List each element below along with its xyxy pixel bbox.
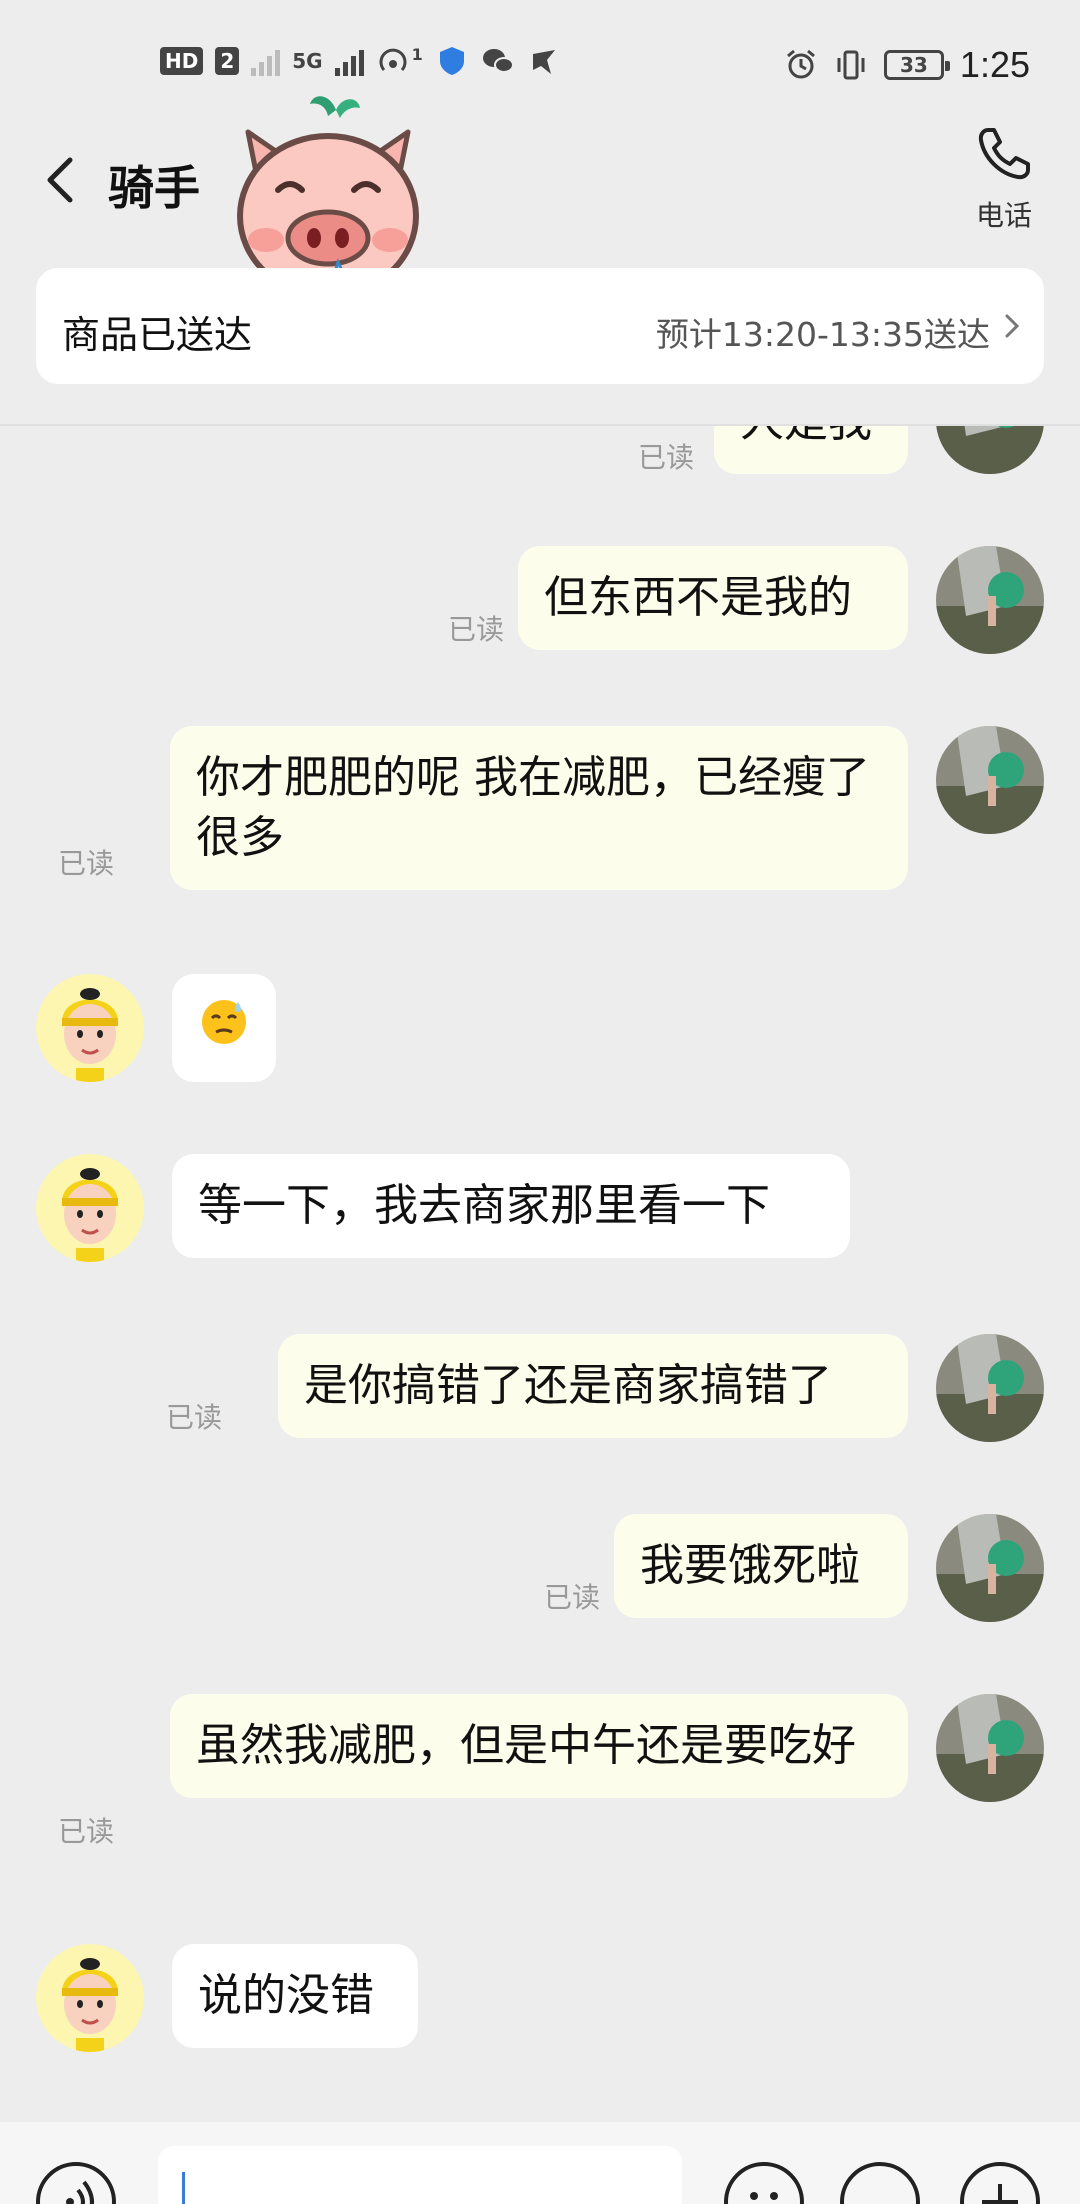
- user-avatar[interactable]: [936, 726, 1044, 834]
- chat-message-self: 已读 虽然我减肥，但是中午还是要吃好: [0, 1694, 1080, 1874]
- chevron-right-icon: [1005, 314, 1020, 338]
- input-bar: [0, 2122, 1080, 2204]
- chat-message-rider: 说的没错: [0, 1944, 1080, 2054]
- status-right-icons: 33 1:25: [784, 44, 1030, 86]
- chat-message-self: 已读 人是我: [0, 426, 1080, 474]
- page-title: 骑手: [108, 161, 200, 215]
- hd-badge: HD: [160, 47, 204, 75]
- message-bubble[interactable]: 说的没错: [172, 1944, 418, 2048]
- read-receipt: 已读: [57, 1815, 114, 1848]
- read-receipt: 已读: [57, 847, 114, 880]
- text-caret: [182, 2172, 185, 2204]
- read-receipt: 已读: [543, 1581, 600, 1614]
- chat-message-self: 已读 是你搞错了还是商家搞错了: [0, 1334, 1080, 1444]
- emoji-bubble[interactable]: [172, 974, 276, 1082]
- phone-button[interactable]: 电话: [964, 124, 1044, 234]
- alarm-icon: [786, 49, 815, 79]
- chat-message-self: 已读 但东西不是我的: [0, 546, 1080, 656]
- delivery-status-text: 商品已送达: [62, 313, 253, 357]
- sweat-face-emoji: [202, 1000, 246, 1044]
- app-notification-icon: [532, 50, 555, 74]
- message-bubble[interactable]: 虽然我减肥，但是中午还是要吃好: [170, 1694, 908, 1798]
- battery-icon: 33: [883, 50, 950, 80]
- user-avatar[interactable]: [936, 1514, 1044, 1622]
- emoji-icon: [750, 2192, 778, 2200]
- phone-icon: [978, 128, 1030, 180]
- phone-label: 电话: [975, 199, 1032, 232]
- chat-header: 骑手 电话: [0, 120, 1080, 260]
- chat-message-list[interactable]: 已读 人是我 已读 但东西不是我的 已读 你才肥肥的呢 我在减肥，已经瘦了很多: [0, 426, 1080, 2122]
- status-left-icons: HD 2 5G 1: [160, 44, 561, 78]
- message-bubble[interactable]: 等一下，我去商家那里看一下: [172, 1154, 850, 1258]
- plus-icon: [982, 2184, 1018, 2204]
- message-bubble[interactable]: 是你搞错了还是商家搞错了: [278, 1334, 908, 1438]
- hotspot-icon: [379, 48, 407, 71]
- message-input[interactable]: [158, 2146, 682, 2204]
- network-label: 5G: [292, 49, 323, 73]
- sim-badge: 2: [215, 47, 240, 75]
- read-receipt: 已读: [165, 1401, 222, 1434]
- delivery-status-card[interactable]: 商品已送达 预计13:20-13:35送达: [36, 268, 1044, 384]
- signal-sim1-icon: [251, 46, 281, 76]
- message-bubble[interactable]: 我要饿死啦: [614, 1514, 908, 1618]
- read-receipt: 已读: [637, 441, 694, 474]
- status-bar: HD 2 5G 1 33 1:25: [0, 0, 1080, 130]
- message-bubble[interactable]: 人是我: [714, 426, 908, 474]
- back-arrow-icon[interactable]: [36, 150, 86, 210]
- user-avatar[interactable]: [936, 1694, 1044, 1802]
- delivery-eta-text: 预计13:20-13:35送达: [655, 315, 990, 354]
- chat-message-self: 已读 我要饿死啦: [0, 1514, 1080, 1624]
- user-avatar[interactable]: [936, 546, 1044, 654]
- vibrate-icon: [837, 50, 865, 80]
- emoji-button[interactable]: [724, 2162, 804, 2204]
- rider-avatar[interactable]: [36, 1944, 144, 2052]
- read-receipt: 已读: [447, 613, 504, 646]
- hotspot-count: 1: [411, 44, 423, 64]
- shield-icon: [439, 47, 464, 75]
- plus-button[interactable]: [960, 2162, 1040, 2204]
- message-bubble[interactable]: 你才肥肥的呢 我在减肥，已经瘦了很多: [170, 726, 908, 890]
- voice-icon: [66, 2180, 94, 2204]
- wechat-icon: [482, 49, 514, 73]
- chat-message-rider: [0, 974, 1080, 1084]
- voice-button[interactable]: [36, 2162, 116, 2204]
- rider-avatar[interactable]: [36, 1154, 144, 1262]
- chat-message-self: 已读 你才肥肥的呢 我在减肥，已经瘦了很多: [0, 726, 1080, 906]
- user-avatar[interactable]: [936, 426, 1044, 474]
- user-avatar[interactable]: [936, 1334, 1044, 1442]
- chat-message-rider: 等一下，我去商家那里看一下: [0, 1154, 1080, 1264]
- rider-avatar[interactable]: [36, 974, 144, 1082]
- clock: 1:25: [959, 44, 1030, 85]
- quick-reply-button[interactable]: [840, 2162, 920, 2204]
- message-bubble[interactable]: 但东西不是我的: [518, 546, 908, 650]
- signal-sim2-icon: [334, 46, 364, 76]
